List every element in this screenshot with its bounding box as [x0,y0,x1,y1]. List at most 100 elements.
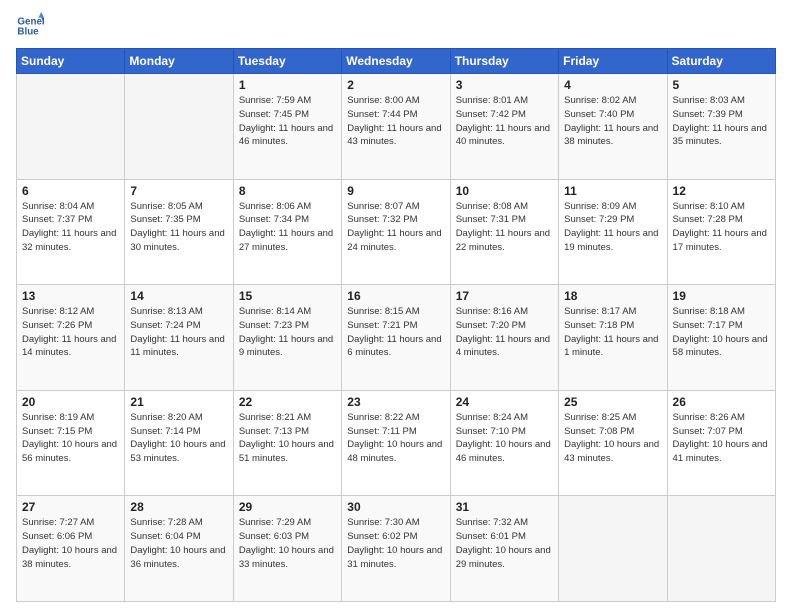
day-info: Sunrise: 8:15 AM Sunset: 7:21 PM Dayligh… [347,305,444,360]
week-row-1: 1 Sunrise: 7:59 AM Sunset: 7:45 PM Daylig… [17,74,776,180]
day-number: 24 [456,395,553,409]
day-number: 8 [239,184,336,198]
day-cell: 22 Sunrise: 8:21 AM Sunset: 7:13 PM Dayli… [233,390,341,496]
day-info: Sunrise: 8:20 AM Sunset: 7:14 PM Dayligh… [130,411,227,466]
day-number: 19 [673,289,770,303]
day-info: Sunrise: 8:10 AM Sunset: 7:28 PM Dayligh… [673,200,770,255]
day-number: 2 [347,78,444,92]
day-cell: 26 Sunrise: 8:26 AM Sunset: 7:07 PM Dayli… [667,390,775,496]
day-info: Sunrise: 8:07 AM Sunset: 7:32 PM Dayligh… [347,200,444,255]
day-cell: 11Sunrise: 8:09 AM Sunset: 7:29 PM Dayli… [559,179,667,285]
day-number: 1 [239,78,336,92]
day-cell: 2 Sunrise: 8:00 AM Sunset: 7:44 PM Daylig… [342,74,450,180]
day-number: 22 [239,395,336,409]
day-cell: 9 Sunrise: 8:07 AM Sunset: 7:32 PM Daylig… [342,179,450,285]
day-number: 21 [130,395,227,409]
day-number: 14 [130,289,227,303]
day-cell: 15 Sunrise: 8:14 AM Sunset: 7:23 PM Dayli… [233,285,341,391]
day-cell [17,74,125,180]
page-container: General Blue SundayMondayTuesdayWednesda… [0,0,792,612]
day-number: 25 [564,395,661,409]
header: General Blue [16,12,776,40]
day-number: 10 [456,184,553,198]
day-cell: 10 Sunrise: 8:08 AM Sunset: 7:31 PM Dayli… [450,179,558,285]
day-cell: 18 Sunrise: 8:17 AM Sunset: 7:18 PM Dayli… [559,285,667,391]
weekday-header-sunday: Sunday [17,49,125,74]
weekday-header-friday: Friday [559,49,667,74]
week-row-5: 27 Sunrise: 7:27 AM Sunset: 6:06 PM Dayli… [17,496,776,602]
day-number: 3 [456,78,553,92]
day-info: Sunrise: 7:29 AM Sunset: 6:03 PM Dayligh… [239,516,336,571]
day-info: Sunrise: 8:19 AM Sunset: 7:15 PM Dayligh… [22,411,119,466]
day-cell: 19 Sunrise: 8:18 AM Sunset: 7:17 PM Dayli… [667,285,775,391]
weekday-header-saturday: Saturday [667,49,775,74]
day-info: Sunrise: 7:28 AM Sunset: 6:04 PM Dayligh… [130,516,227,571]
day-info: Sunrise: 8:08 AM Sunset: 7:31 PM Dayligh… [456,200,553,255]
day-cell: 28Sunrise: 7:28 AM Sunset: 6:04 PM Dayli… [125,496,233,602]
day-info: Sunrise: 8:18 AM Sunset: 7:17 PM Dayligh… [673,305,770,360]
weekday-header-thursday: Thursday [450,49,558,74]
day-number: 6 [22,184,119,198]
day-number: 5 [673,78,770,92]
day-info: Sunrise: 8:17 AM Sunset: 7:18 PM Dayligh… [564,305,661,360]
day-number: 13 [22,289,119,303]
day-cell: 8 Sunrise: 8:06 AM Sunset: 7:34 PM Daylig… [233,179,341,285]
day-number: 30 [347,500,444,514]
logo-icon: General Blue [16,12,44,40]
day-info: Sunrise: 8:00 AM Sunset: 7:44 PM Dayligh… [347,94,444,149]
day-info: Sunrise: 7:30 AM Sunset: 6:02 PM Dayligh… [347,516,444,571]
day-number: 27 [22,500,119,514]
svg-text:Blue: Blue [17,26,39,37]
day-info: Sunrise: 8:04 AM Sunset: 7:37 PM Dayligh… [22,200,119,255]
day-cell: 29 Sunrise: 7:29 AM Sunset: 6:03 PM Dayli… [233,496,341,602]
day-number: 18 [564,289,661,303]
day-cell: 25 Sunrise: 8:25 AM Sunset: 7:08 PM Dayli… [559,390,667,496]
day-info: Sunrise: 8:16 AM Sunset: 7:20 PM Dayligh… [456,305,553,360]
day-number: 26 [673,395,770,409]
day-info: Sunrise: 8:14 AM Sunset: 7:23 PM Dayligh… [239,305,336,360]
day-cell: 31 Sunrise: 7:32 AM Sunset: 6:01 PM Dayli… [450,496,558,602]
day-number: 23 [347,395,444,409]
day-cell: 5 Sunrise: 8:03 AM Sunset: 7:39 PM Daylig… [667,74,775,180]
day-info: Sunrise: 7:27 AM Sunset: 6:06 PM Dayligh… [22,516,119,571]
day-info: Sunrise: 8:21 AM Sunset: 7:13 PM Dayligh… [239,411,336,466]
day-info: Sunrise: 8:26 AM Sunset: 7:07 PM Dayligh… [673,411,770,466]
day-number: 17 [456,289,553,303]
day-info: Sunrise: 7:32 AM Sunset: 6:01 PM Dayligh… [456,516,553,571]
day-number: 15 [239,289,336,303]
day-number: 31 [456,500,553,514]
day-number: 4 [564,78,661,92]
day-number: 12 [673,184,770,198]
weekday-header-wednesday: Wednesday [342,49,450,74]
day-info: Sunrise: 8:01 AM Sunset: 7:42 PM Dayligh… [456,94,553,149]
week-row-4: 20Sunrise: 8:19 AM Sunset: 7:15 PM Dayli… [17,390,776,496]
day-info: Sunrise: 8:09 AM Sunset: 7:29 PM Dayligh… [564,200,661,255]
weekday-header-monday: Monday [125,49,233,74]
day-number: 9 [347,184,444,198]
day-cell [125,74,233,180]
day-info: Sunrise: 8:03 AM Sunset: 7:39 PM Dayligh… [673,94,770,149]
day-info: Sunrise: 8:24 AM Sunset: 7:10 PM Dayligh… [456,411,553,466]
day-info: Sunrise: 7:59 AM Sunset: 7:45 PM Dayligh… [239,94,336,149]
day-cell: 7Sunrise: 8:05 AM Sunset: 7:35 PM Daylig… [125,179,233,285]
day-number: 29 [239,500,336,514]
day-cell: 23Sunrise: 8:22 AM Sunset: 7:11 PM Dayli… [342,390,450,496]
day-info: Sunrise: 8:25 AM Sunset: 7:08 PM Dayligh… [564,411,661,466]
day-number: 16 [347,289,444,303]
day-cell: 16 Sunrise: 8:15 AM Sunset: 7:21 PM Dayli… [342,285,450,391]
logo: General Blue [16,12,46,40]
calendar: SundayMondayTuesdayWednesdayThursdayFrid… [16,48,776,602]
week-row-3: 13Sunrise: 8:12 AM Sunset: 7:26 PM Dayli… [17,285,776,391]
day-cell [667,496,775,602]
weekday-header-row: SundayMondayTuesdayWednesdayThursdayFrid… [17,49,776,74]
day-cell: 13Sunrise: 8:12 AM Sunset: 7:26 PM Dayli… [17,285,125,391]
day-cell: 1 Sunrise: 7:59 AM Sunset: 7:45 PM Daylig… [233,74,341,180]
day-info: Sunrise: 8:06 AM Sunset: 7:34 PM Dayligh… [239,200,336,255]
day-cell: 14 Sunrise: 8:13 AM Sunset: 7:24 PM Dayli… [125,285,233,391]
day-info: Sunrise: 8:13 AM Sunset: 7:24 PM Dayligh… [130,305,227,360]
day-cell: 21 Sunrise: 8:20 AM Sunset: 7:14 PM Dayli… [125,390,233,496]
day-cell: 24 Sunrise: 8:24 AM Sunset: 7:10 PM Dayli… [450,390,558,496]
day-info: Sunrise: 8:05 AM Sunset: 7:35 PM Dayligh… [130,200,227,255]
day-cell: 27 Sunrise: 7:27 AM Sunset: 6:06 PM Dayli… [17,496,125,602]
day-cell: 4Sunrise: 8:02 AM Sunset: 7:40 PM Daylig… [559,74,667,180]
